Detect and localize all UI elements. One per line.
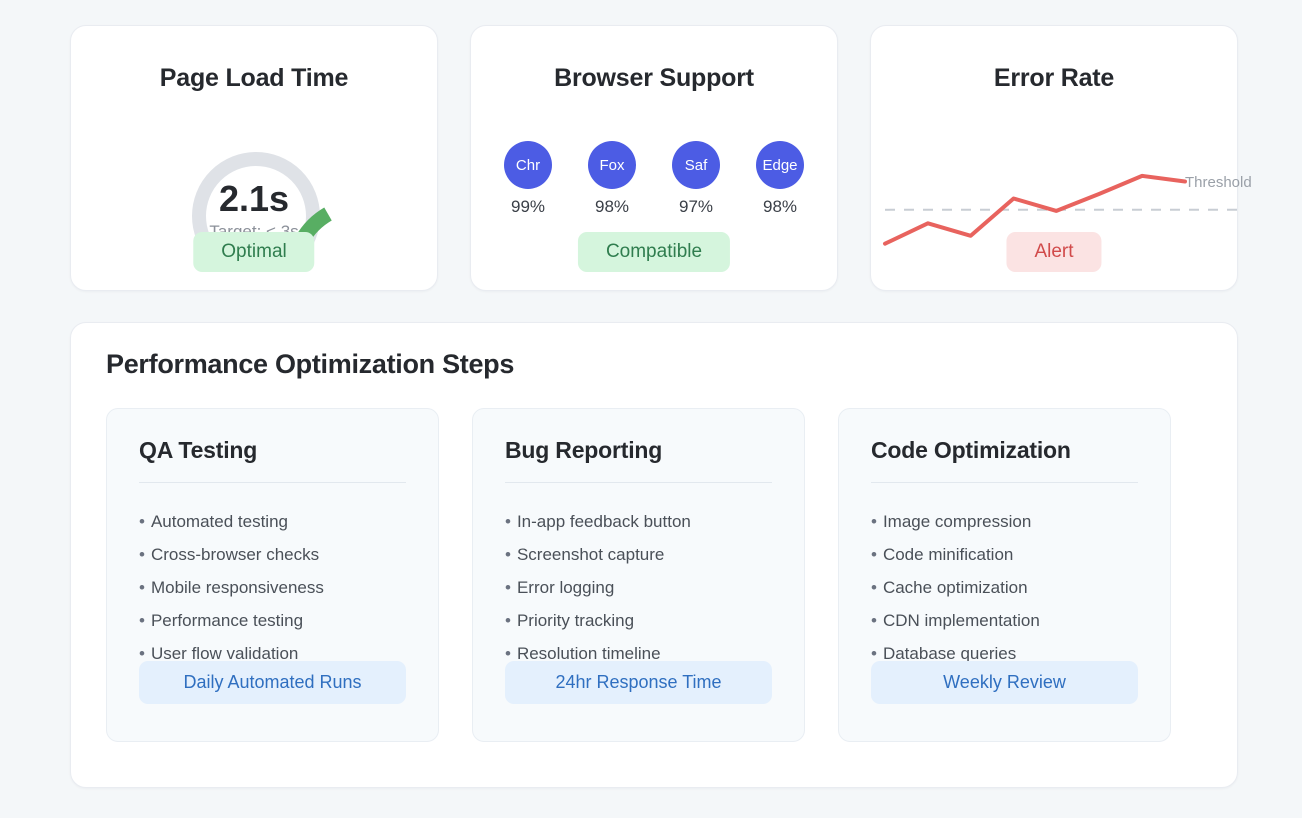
list-item: • Error logging	[505, 571, 772, 604]
browser-percent-firefox: 98%	[594, 197, 630, 216]
browser-item-safari[interactable]: Saf 97%	[672, 141, 720, 217]
list-item-label: Error logging	[516, 578, 615, 597]
browser-list: Chr 99% Fox 98% Saf 97% Edge 98%	[471, 141, 837, 217]
list-item-label: Code minification	[882, 545, 1014, 564]
bullet-icon: •	[871, 578, 877, 597]
bug-reporting-cta-button[interactable]: 24hr Response Time	[505, 661, 772, 704]
threshold-label: Threshold	[1185, 174, 1252, 191]
list-item-label: In-app feedback button	[516, 512, 691, 531]
list-item: • Image compression	[871, 505, 1138, 538]
bullet-icon: •	[871, 512, 877, 531]
page-title: Page Load Time	[159, 64, 349, 92]
step-card-code-optimization: Code Optimization • Image compression • Co…	[838, 408, 1171, 742]
bullet-icon: •	[505, 512, 511, 531]
step-title: Code Optimization	[871, 437, 1071, 463]
page-title: Error Rate	[993, 64, 1115, 92]
list-item: • In-app feedback button	[505, 505, 772, 538]
status-badge-alert: Alert	[1006, 232, 1102, 272]
list-item-label: Mobile responsiveness	[150, 578, 324, 597]
bullet-icon: •	[871, 611, 877, 630]
step-title: Bug Reporting	[505, 437, 663, 463]
list-item: • Cache optimization	[871, 571, 1138, 604]
list-item-label: Cross-browser checks	[150, 545, 320, 564]
list-item-label: Screenshot capture	[516, 545, 665, 564]
bullet-icon: •	[139, 611, 145, 630]
status-badge-optimal: Optimal	[193, 232, 315, 272]
browser-dot-safari: Saf	[672, 141, 720, 189]
status-badge-compatible: Compatible	[577, 232, 731, 272]
bullet-icon: •	[871, 545, 877, 564]
steps-card-row: QA Testing • Automated testing • Cross-bro…	[106, 408, 1171, 742]
list-item: • Performance testing	[139, 604, 406, 637]
list-item: • Cross-browser checks	[139, 538, 406, 571]
list-item-label: Image compression	[882, 512, 1032, 531]
browser-item-chrome[interactable]: Chr 99%	[504, 141, 552, 217]
step-item-list: • In-app feedback button • Screenshot capt…	[505, 505, 772, 670]
divider	[139, 482, 406, 483]
browser-dot-firefox: Fox	[588, 141, 636, 189]
bullet-icon: •	[139, 512, 145, 531]
list-item: • Screenshot capture	[505, 538, 772, 571]
browser-item-edge[interactable]: Edge 98%	[756, 141, 804, 217]
bullet-icon: •	[505, 545, 511, 564]
list-item-label: Automated testing	[150, 512, 288, 531]
bullet-icon: •	[871, 644, 877, 663]
metric-card-error-rate: Error Rate Threshold Alert	[870, 25, 1252, 291]
bullet-icon: •	[505, 611, 511, 630]
code-optimization-cta-button[interactable]: Weekly Review	[871, 661, 1138, 704]
step-card-qa-testing: QA Testing • Automated testing • Cross-bro…	[106, 408, 439, 742]
divider	[505, 482, 772, 483]
bullet-icon: •	[505, 578, 511, 597]
bullet-icon: •	[139, 578, 145, 597]
panel-title: Performance Optimization Steps	[106, 349, 515, 379]
browser-percent-edge: 98%	[762, 197, 798, 216]
step-item-list: • Automated testing • Cross-browser checks…	[139, 505, 406, 670]
metrics-row: Page Load Time 2.1s Target: < 3s Optimal…	[70, 25, 1252, 291]
metric-card-browser-support: Browser Support Chr 99% Fox 98% Saf 97% …	[470, 25, 838, 291]
browser-dot-edge: Edge	[756, 141, 804, 189]
performance-optimization-panel: Performance Optimization Steps QA Testin…	[70, 322, 1238, 788]
list-item: • Code minification	[871, 538, 1138, 571]
gauge-value: 2.1s	[218, 178, 290, 219]
list-item: • Priority tracking	[505, 604, 772, 637]
bullet-icon: •	[139, 545, 145, 564]
step-item-list: • Image compression • Code minification • C…	[871, 505, 1138, 670]
list-item-label: CDN implementation	[882, 611, 1040, 630]
bullet-icon: •	[139, 644, 145, 663]
metric-card-page-load-time: Page Load Time 2.1s Target: < 3s Optimal	[70, 25, 438, 291]
bullet-icon: •	[505, 644, 511, 663]
list-item: • CDN implementation	[871, 604, 1138, 637]
list-item-label: Priority tracking	[516, 611, 635, 630]
dashboard-page: Page Load Time 2.1s Target: < 3s Optimal…	[0, 0, 1302, 818]
browser-dot-chrome: Chr	[504, 141, 552, 189]
browser-item-firefox[interactable]: Fox 98%	[588, 141, 636, 217]
list-item-label: Cache optimization	[882, 578, 1028, 597]
step-card-bug-reporting: Bug Reporting • In-app feedback button • S…	[472, 408, 805, 742]
page-title: Browser Support	[554, 64, 754, 92]
list-item-label: Performance testing	[150, 611, 304, 630]
qa-testing-cta-button[interactable]: Daily Automated Runs	[139, 661, 406, 704]
list-item: • Mobile responsiveness	[139, 571, 406, 604]
divider	[871, 482, 1138, 483]
list-item: • Automated testing	[139, 505, 406, 538]
browser-percent-chrome: 99%	[510, 197, 546, 216]
browser-percent-safari: 97%	[678, 197, 714, 216]
step-title: QA Testing	[139, 437, 258, 463]
